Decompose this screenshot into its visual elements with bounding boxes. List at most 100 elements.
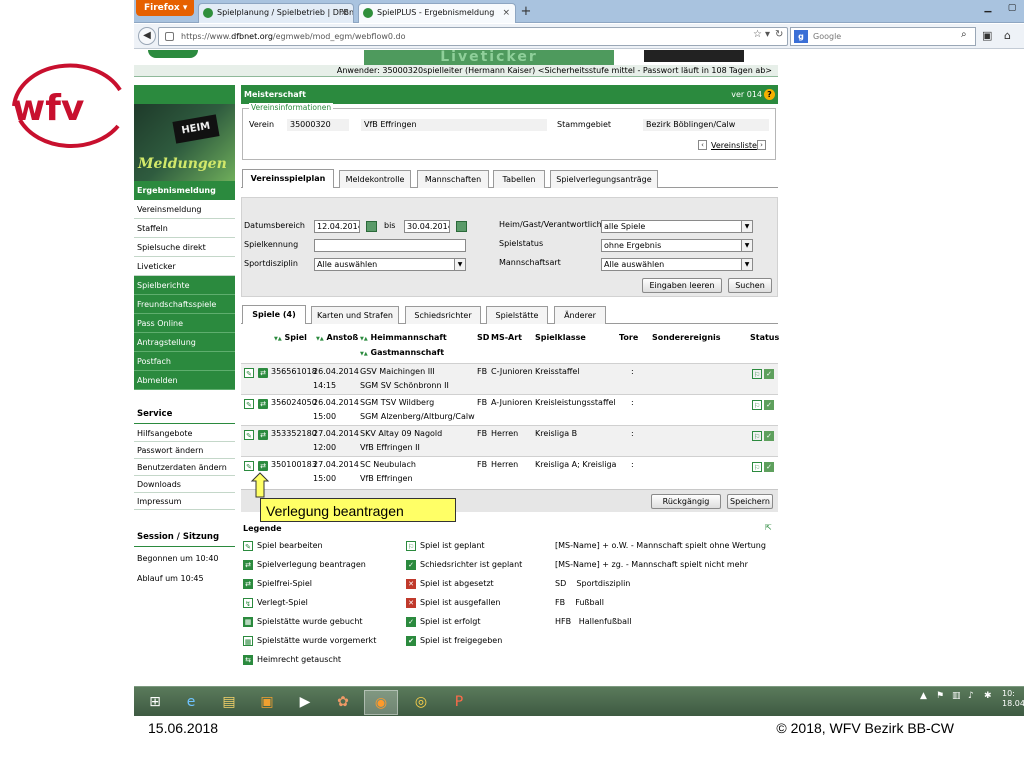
sidebar-item-ergebnismeldung[interactable]: Ergebnismeldung <box>134 181 235 200</box>
eingaben-leeren-button[interactable]: Eingaben leeren <box>642 278 722 293</box>
col-anstoss[interactable]: ▼▲ Anstoß <box>316 333 358 342</box>
maximize-icon[interactable]: ▢ <box>1004 0 1020 16</box>
calendar-icon[interactable] <box>366 221 377 232</box>
tray-bluetooth-icon[interactable]: ✱ <box>984 691 992 701</box>
page-content: Liveticker Anwender: 35000320spielleiter… <box>134 50 1024 688</box>
reload-icon[interactable]: ↻ <box>775 29 783 40</box>
tab-schiedsrichter[interactable]: Schiedsrichter <box>405 306 481 324</box>
col-spiel[interactable]: ▼▲ Spiel <box>274 333 307 342</box>
new-tab-button[interactable]: + <box>517 3 535 22</box>
freigegeben-icon: ✔ <box>406 636 416 646</box>
edit-icon[interactable]: ✎ <box>244 461 254 471</box>
col-heim[interactable]: ▼▲ Heimmannschaft <box>360 333 447 342</box>
history-dropdown-icon[interactable]: ▾ <box>765 29 770 40</box>
date-to-input[interactable]: 30.04.2014 <box>404 220 450 233</box>
spielkennung-input[interactable] <box>314 239 466 252</box>
tab-tabellen[interactable]: Tabellen <box>493 170 545 188</box>
tab-meldekontrolle[interactable]: Meldekontrolle <box>339 170 411 188</box>
tab-spielstaette[interactable]: Spielstätte <box>486 306 548 324</box>
sportdisziplin-select[interactable]: Alle auswählen ▼ <box>314 258 466 271</box>
tab-spielverlegungsantraege[interactable]: Spielverlegungsanträge <box>550 170 658 188</box>
table-row: ✎ ⇄ 356561018 26.04.2014 14:15 GSV Maich… <box>241 363 778 394</box>
bookmark-star-icon[interactable]: ☆ <box>753 29 762 40</box>
search-input[interactable]: g Google ⌕ <box>790 27 976 46</box>
sidebar-item-postfach[interactable]: Postfach <box>134 352 235 371</box>
tab-spiele[interactable]: Spiele (4) <box>242 305 306 324</box>
service-item-hilfsangebote[interactable]: Hilfsangebote <box>134 425 235 442</box>
collapse-icon[interactable]: ⇱ <box>765 523 772 532</box>
powerpoint-icon[interactable]: P <box>442 690 476 715</box>
verlegung-icon[interactable]: ⇄ <box>258 368 268 378</box>
col-spielklasse: Spielklasse <box>535 333 586 342</box>
internet-explorer-icon[interactable]: e <box>174 690 208 715</box>
sidebar-item-staffeln[interactable]: Staffeln <box>134 219 235 238</box>
close-tab-icon[interactable]: × <box>502 4 510 22</box>
col-tore: Tore <box>619 333 639 342</box>
sidebar-item-antragstellung[interactable]: Antragstellung <box>134 333 235 352</box>
service-item-benutzerdaten[interactable]: Benutzerdaten ändern <box>134 459 235 476</box>
close-tab-icon[interactable]: × <box>340 4 348 22</box>
google-icon: g <box>794 30 808 43</box>
spielfrei-icon: ⇄ <box>243 579 253 589</box>
edit-icon[interactable]: ✎ <box>244 430 254 440</box>
url-bar[interactable]: https://www.dfbnet.org/egmweb/mod_egm/we… <box>158 27 788 46</box>
service-item-downloads[interactable]: Downloads <box>134 476 235 493</box>
windows-taskbar: ⊞ e ▤ ▣ ▶ ✿ ◉ ◎ P ▲ ⚑ ▥ ♪ ✱ 10: 18.04 <box>134 686 1024 716</box>
bookmarks-icon[interactable]: ▣ <box>982 29 992 42</box>
windows-start-icon[interactable]: ⊞ <box>138 690 172 715</box>
suchen-button[interactable]: Suchen <box>728 278 772 293</box>
photo-app-icon[interactable]: ✿ <box>326 690 360 715</box>
service-item-passwort[interactable]: Passwort ändern <box>134 442 235 459</box>
service-item-impressum[interactable]: Impressum <box>134 493 235 510</box>
sidebar-item-freundschaftsspiele[interactable]: Freundschaftsspiele <box>134 295 235 314</box>
edit-icon[interactable]: ✎ <box>244 368 254 378</box>
status-schiri-icon: ✓ <box>764 462 774 472</box>
tray-clock[interactable]: 10: 18.04 <box>1002 689 1024 709</box>
edit-icon[interactable]: ✎ <box>244 399 254 409</box>
browser-tab-spielplus[interactable]: SpielPLUS - Ergebnismeldung × <box>358 3 516 23</box>
browser-tab-spielplanung[interactable]: Spielplanung / Spielbetrieb | DFBnet × <box>198 3 354 23</box>
tray-chevron-icon[interactable]: ▲ <box>920 691 927 701</box>
tab-mannschaften[interactable]: Mannschaften <box>417 170 489 188</box>
search-icon[interactable]: ⌕ <box>961 29 967 40</box>
verein-name: VfB Effringen <box>361 119 547 131</box>
sidebar-item-spielsuche[interactable]: Spielsuche direkt <box>134 238 235 257</box>
firefox-icon[interactable]: ◉ <box>364 690 398 715</box>
home-icon[interactable]: ⌂ <box>1004 29 1011 42</box>
session-title: Session / Sitzung <box>134 528 235 547</box>
chrome-icon[interactable]: ◎ <box>404 690 438 715</box>
col-gast[interactable]: ▼▲ Gastmannschaft <box>360 348 444 357</box>
firefox-menu-button[interactable]: Firefox ▾ <box>136 0 194 16</box>
app-icon[interactable]: ▣ <box>250 690 284 715</box>
vereinsliste-link[interactable]: Vereinsliste <box>711 141 757 150</box>
prev-icon[interactable]: ‹ <box>698 140 707 150</box>
sidebar-item-abmelden[interactable]: Abmelden <box>134 371 235 390</box>
tray-volume-icon[interactable]: ♪ <box>968 691 974 701</box>
minimize-icon[interactable]: ▁ <box>980 0 996 16</box>
sidebar-item-pass-online[interactable]: Pass Online <box>134 314 235 333</box>
help-icon[interactable]: ? <box>764 89 775 100</box>
tab-vereinsspielplan[interactable]: Vereinsspielplan <box>242 169 334 188</box>
mannschaftsart-select[interactable]: Alle auswählen ▼ <box>601 258 753 271</box>
back-button[interactable]: ◀ <box>138 27 156 45</box>
media-player-icon[interactable]: ▶ <box>288 690 322 715</box>
rueckgaengig-button[interactable]: Rückgängig <box>651 494 721 509</box>
sidebar-item-spielberichte[interactable]: Spielberichte <box>134 276 235 295</box>
verlegung-icon[interactable]: ⇄ <box>258 461 268 471</box>
sidebar-item-liveticker[interactable]: Liveticker <box>134 257 235 276</box>
calendar-icon[interactable] <box>456 221 467 232</box>
date-from-input[interactable]: 12.04.2014 <box>314 220 360 233</box>
speichern-button[interactable]: Speichern <box>727 494 773 509</box>
verlegung-icon[interactable]: ⇄ <box>258 430 268 440</box>
heimgast-select[interactable]: alle Spiele ▼ <box>601 220 753 233</box>
next-icon[interactable]: › <box>757 140 766 150</box>
ausgefallen-icon: ✕ <box>406 598 416 608</box>
verlegung-icon[interactable]: ⇄ <box>258 399 268 409</box>
tray-flag-icon[interactable]: ⚑ <box>936 691 944 701</box>
tab-aenderer[interactable]: Änderer <box>554 306 606 324</box>
spielstatus-select[interactable]: ohne Ergebnis ▼ <box>601 239 753 252</box>
sidebar-item-vereinsmeldung[interactable]: Vereinsmeldung <box>134 200 235 219</box>
tray-network-icon[interactable]: ▥ <box>952 691 961 701</box>
file-explorer-icon[interactable]: ▤ <box>212 690 246 715</box>
tab-karten-strafen[interactable]: Karten und Strafen <box>311 306 399 324</box>
